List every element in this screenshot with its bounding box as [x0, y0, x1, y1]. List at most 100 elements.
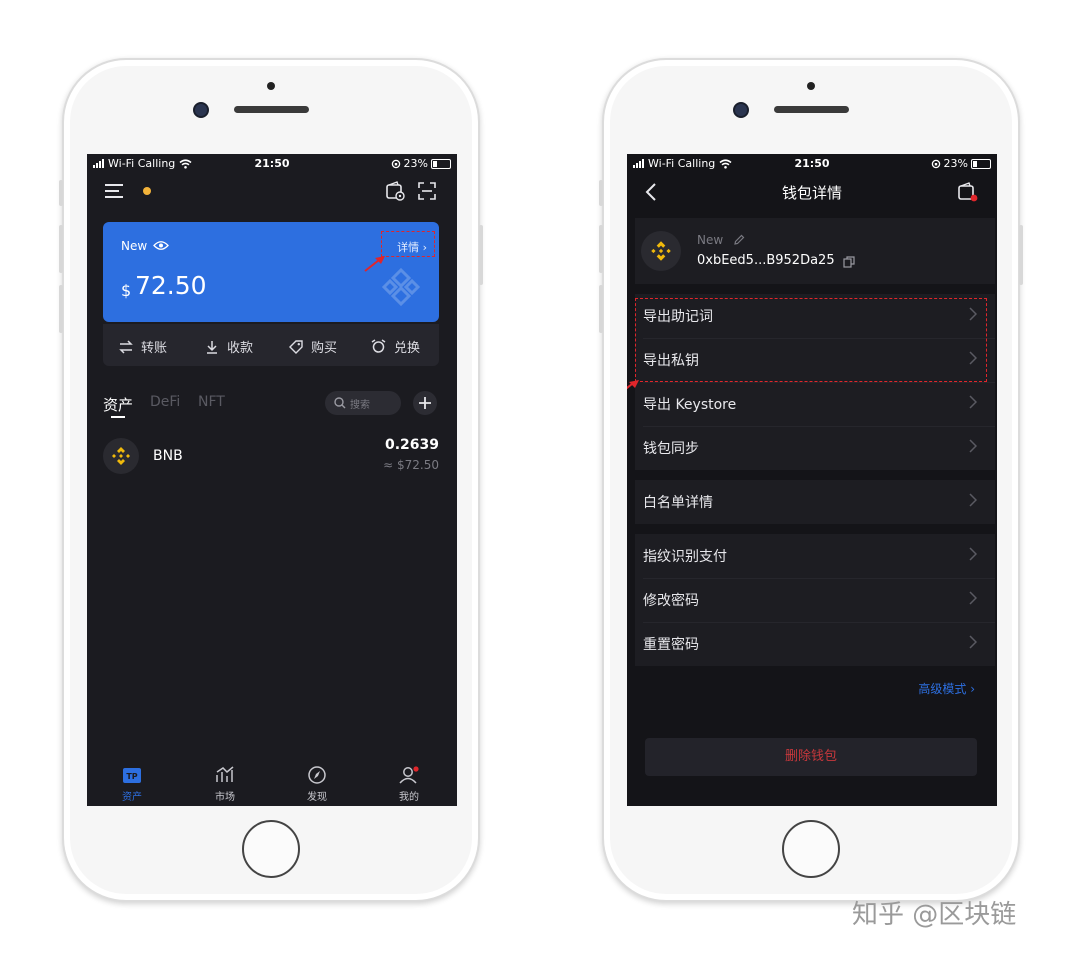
proximity-sensor — [807, 82, 815, 90]
battery-icon — [971, 158, 991, 169]
home-button[interactable] — [782, 820, 840, 878]
tab-active-indicator — [111, 416, 125, 418]
chevron-right-icon — [969, 493, 977, 507]
compass-icon — [308, 766, 326, 784]
right-phone: Wi-Fi Calling 21:50 23% 钱包详情 New 0xbEed5… — [599, 58, 1023, 902]
balance-amount: 72.50 — [135, 271, 207, 300]
highlight-arrow-icon — [364, 256, 385, 272]
bnb-logo-icon — [641, 231, 681, 271]
menu-fingerprint-pay-label: 指纹识别支付 — [643, 549, 727, 565]
asset-symbol: BNB — [153, 448, 183, 464]
page-title: 钱包详情 — [781, 184, 842, 202]
bnb-glyph-icon — [651, 241, 671, 261]
proximity-sensor — [267, 82, 275, 90]
search-input[interactable]: 搜索 — [325, 391, 401, 415]
svg-text:TP: TP — [126, 772, 137, 781]
front-camera-icon — [193, 102, 209, 118]
menu-change-password[interactable]: 修改密码 — [635, 578, 995, 622]
mute-switch — [59, 180, 63, 206]
bnb-logo-icon — [103, 438, 139, 474]
action-buy-label: 购买 — [311, 341, 338, 356]
assets-nav-icon: TP — [123, 768, 141, 783]
left-screen: Wi-Fi Calling 21:50 23% New 详情 › $ 72.50 — [87, 154, 457, 806]
wallet-name: New — [697, 233, 724, 247]
market-chart-icon — [216, 766, 234, 782]
swap-icon — [371, 339, 386, 353]
nav-assets-label: 资产 — [122, 792, 142, 803]
copy-icon[interactable] — [843, 256, 855, 268]
nav-discover-label: 发现 — [307, 792, 327, 803]
menu-wallet-sync[interactable]: 钱包同步 — [635, 426, 995, 470]
asset-row-bnb[interactable]: BNB 0.2639 ≈ $72.50 — [87, 432, 457, 480]
tab-nft[interactable]: NFT — [198, 394, 225, 410]
action-transfer[interactable]: 转账 — [119, 337, 167, 356]
action-receive[interactable]: 收款 — [205, 337, 253, 356]
wallet-add-icon[interactable] — [385, 181, 405, 201]
chevron-right-icon — [969, 591, 977, 605]
tab-assets[interactable]: 资产 — [103, 394, 133, 415]
action-swap[interactable]: 兑换 — [371, 337, 420, 356]
highlight-arrow-icon — [627, 380, 639, 390]
asset-value: ≈ $72.50 — [383, 458, 439, 472]
add-token-button[interactable] — [413, 391, 437, 415]
export-highlight-box — [635, 298, 987, 382]
menu-whitelist-details[interactable]: 白名单详情 — [635, 480, 995, 524]
volume-up-button — [59, 225, 63, 273]
action-buy[interactable]: 购买 — [289, 337, 337, 356]
edit-pencil-icon[interactable] — [733, 234, 745, 246]
watermark-text: 知乎 @区块链 — [852, 900, 1017, 930]
chevron-right-icon — [969, 547, 977, 561]
tab-assets-label: 资产 — [103, 396, 134, 414]
power-button — [479, 225, 483, 285]
plus-icon — [419, 397, 431, 409]
delete-wallet-label: 删除钱包 — [784, 749, 837, 764]
search-icon — [334, 397, 346, 409]
menu-fingerprint-pay[interactable]: 指纹识别支付 — [635, 534, 995, 578]
orientation-lock-icon — [931, 159, 940, 168]
tab-defi[interactable]: DeFi — [150, 394, 180, 410]
wallet-info-card: New 0xbEed5...B952Da25 — [635, 218, 995, 284]
action-swap-label: 兑换 — [394, 341, 421, 356]
receive-icon — [207, 340, 217, 354]
bnb-watermark-icon — [381, 267, 421, 307]
nav-discover[interactable]: 发现 — [297, 766, 337, 803]
profile-icon — [399, 766, 419, 784]
advanced-mode-link[interactable]: 高级模式 › — [918, 680, 975, 697]
status-bar: Wi-Fi Calling 21:50 23% — [87, 154, 457, 172]
battery-icon — [431, 158, 451, 169]
power-button — [1019, 225, 1023, 285]
details-highlight-box — [381, 231, 435, 257]
nav-market-label: 市场 — [215, 792, 235, 803]
menu-reset-password[interactable]: 重置密码 — [635, 622, 995, 666]
battery-percent: 23% — [943, 157, 968, 170]
scan-icon[interactable] — [417, 181, 437, 201]
menu-export-keystore-label: 导出 Keystore — [643, 397, 737, 413]
wallet-alert-icon[interactable] — [957, 181, 979, 203]
bnb-glyph-icon — [112, 447, 130, 465]
nav-assets[interactable]: TP 资产 — [112, 766, 152, 803]
menu-whitelist-details-label: 白名单详情 — [643, 495, 713, 511]
chevron-right-icon — [969, 395, 977, 409]
tab-defi-label: DeFi — [150, 394, 181, 410]
action-transfer-label: 转账 — [141, 341, 168, 356]
battery-percent: 23% — [403, 157, 428, 170]
volume-down-button — [59, 285, 63, 333]
menu-export-keystore[interactable]: 导出 Keystore — [635, 382, 995, 426]
tab-nft-label: NFT — [198, 394, 225, 410]
asset-amount: 0.2639 — [384, 437, 439, 453]
quick-actions-bar: 转账 收款 购买 兑换 — [103, 324, 439, 366]
nav-market[interactable]: 市场 — [205, 766, 245, 803]
volume-down-button — [599, 285, 603, 333]
delete-wallet-button[interactable]: 删除钱包 — [645, 738, 977, 776]
mute-switch — [599, 180, 603, 206]
earpiece-speaker — [234, 106, 309, 113]
menu-icon[interactable] — [105, 184, 123, 198]
wallet-address: 0xbEed5...B952Da25 — [697, 253, 835, 268]
action-receive-label: 收款 — [227, 341, 254, 356]
buy-tag-icon — [289, 339, 303, 354]
wallet-name: New — [121, 239, 148, 253]
eye-icon[interactable] — [153, 240, 169, 251]
nav-profile-label: 我的 — [399, 792, 419, 803]
nav-profile[interactable]: 我的 — [389, 766, 429, 803]
home-button[interactable] — [242, 820, 300, 878]
